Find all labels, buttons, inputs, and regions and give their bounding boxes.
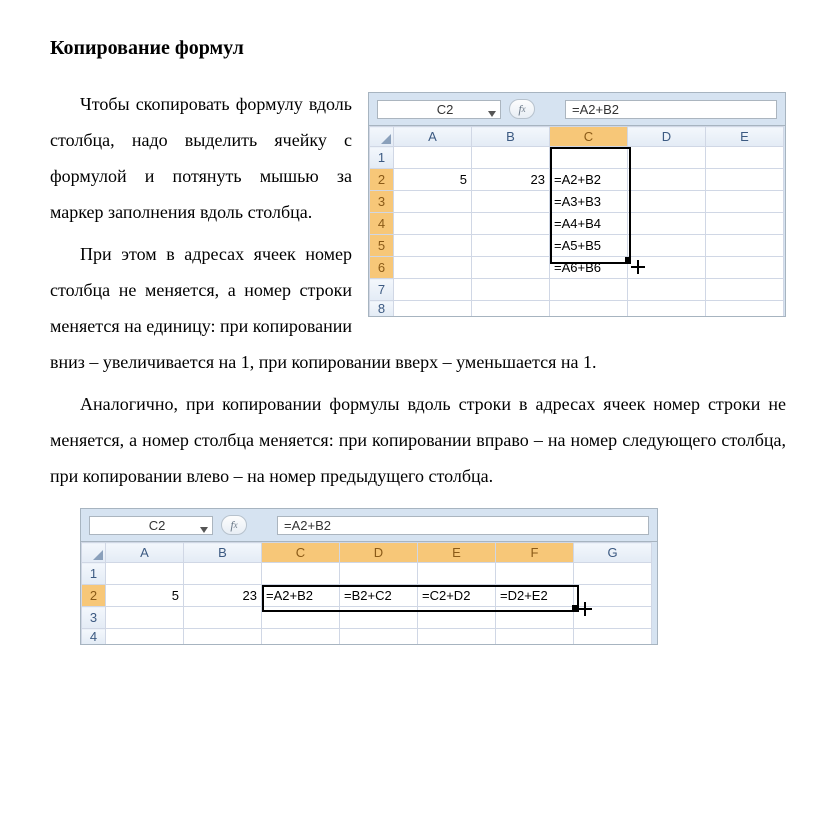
name-box[interactable]: C2 [377,100,501,119]
select-all-corner[interactable] [82,543,106,563]
cell-A2[interactable]: 5 [106,585,184,607]
cell-E2[interactable]: =C2+D2 [418,585,496,607]
formula-bar-value: =A2+B2 [572,102,619,117]
cell-C2[interactable]: =A2+B2 [262,585,340,607]
row-header-3[interactable]: 3 [370,191,394,213]
paragraph-2: Аналогично, при копировании формулы вдол… [50,386,786,494]
col-header-A[interactable]: A [106,543,184,563]
col-header-B[interactable]: B [184,543,262,563]
row-header-6[interactable]: 6 [370,257,394,279]
col-header-G[interactable]: G [574,543,652,563]
row-header-1[interactable]: 1 [370,147,394,169]
fx-icon[interactable]: fx [221,515,247,535]
col-header-B[interactable]: B [472,127,550,147]
formula-bar[interactable]: =A2+B2 [565,100,777,119]
col-header-E[interactable]: E [706,127,784,147]
row-header-2[interactable]: 2 [82,585,106,607]
cell-D2[interactable]: =B2+C2 [340,585,418,607]
cell-C2[interactable]: =A2+B2 [550,169,628,191]
excel-figure-vertical: C2 fx =A2+B2 A B C D E [368,92,786,317]
cell-C3[interactable]: =A3+B3 [550,191,628,213]
cell-C4[interactable]: =A4+B4 [550,213,628,235]
row-header-2[interactable]: 2 [370,169,394,191]
name-box-value: C2 [149,518,166,533]
name-box-dropdown-icon[interactable] [200,522,208,535]
col-header-A[interactable]: A [394,127,472,147]
name-box-dropdown-icon[interactable] [488,106,496,119]
name-box-value: C2 [437,102,454,117]
row-header-5[interactable]: 5 [370,235,394,257]
fill-cursor-icon [578,602,592,616]
cell-A2[interactable]: 5 [394,169,472,191]
row-header-8[interactable]: 8 [370,301,394,317]
row-header-1[interactable]: 1 [82,563,106,585]
page-title: Копирование формул [50,28,786,68]
col-header-F[interactable]: F [496,543,574,563]
fill-cursor-icon [631,260,645,274]
select-all-corner[interactable] [370,127,394,147]
col-header-C[interactable]: C [550,127,628,147]
cell-B2[interactable]: 23 [472,169,550,191]
cell-B2[interactable]: 23 [184,585,262,607]
spreadsheet-grid[interactable]: A B C D E 1 2 5 23 =A2+B2 3 =A3+B3 4 =A4+B… [369,126,784,316]
col-header-D[interactable]: D [628,127,706,147]
fx-icon[interactable]: fx [509,99,535,119]
row-header-3[interactable]: 3 [82,607,106,629]
cell-C6[interactable]: =A6+B6 [550,257,628,279]
cell-C5[interactable]: =A5+B5 [550,235,628,257]
formula-bar-value: =A2+B2 [284,518,331,533]
cell-F2[interactable]: =D2+E2 [496,585,574,607]
col-header-C[interactable]: C [262,543,340,563]
col-header-E[interactable]: E [418,543,496,563]
excel-figure-horizontal: C2 fx =A2+B2 A B C D E F G 1 [80,508,658,645]
formula-bar[interactable]: =A2+B2 [277,516,649,535]
name-box[interactable]: C2 [89,516,213,535]
spreadsheet-grid[interactable]: A B C D E F G 1 2 5 23 =A2+B2 =B2+C2 =C2… [81,542,652,644]
col-header-D[interactable]: D [340,543,418,563]
row-header-4[interactable]: 4 [370,213,394,235]
row-header-4[interactable]: 4 [82,629,106,645]
row-header-7[interactable]: 7 [370,279,394,301]
